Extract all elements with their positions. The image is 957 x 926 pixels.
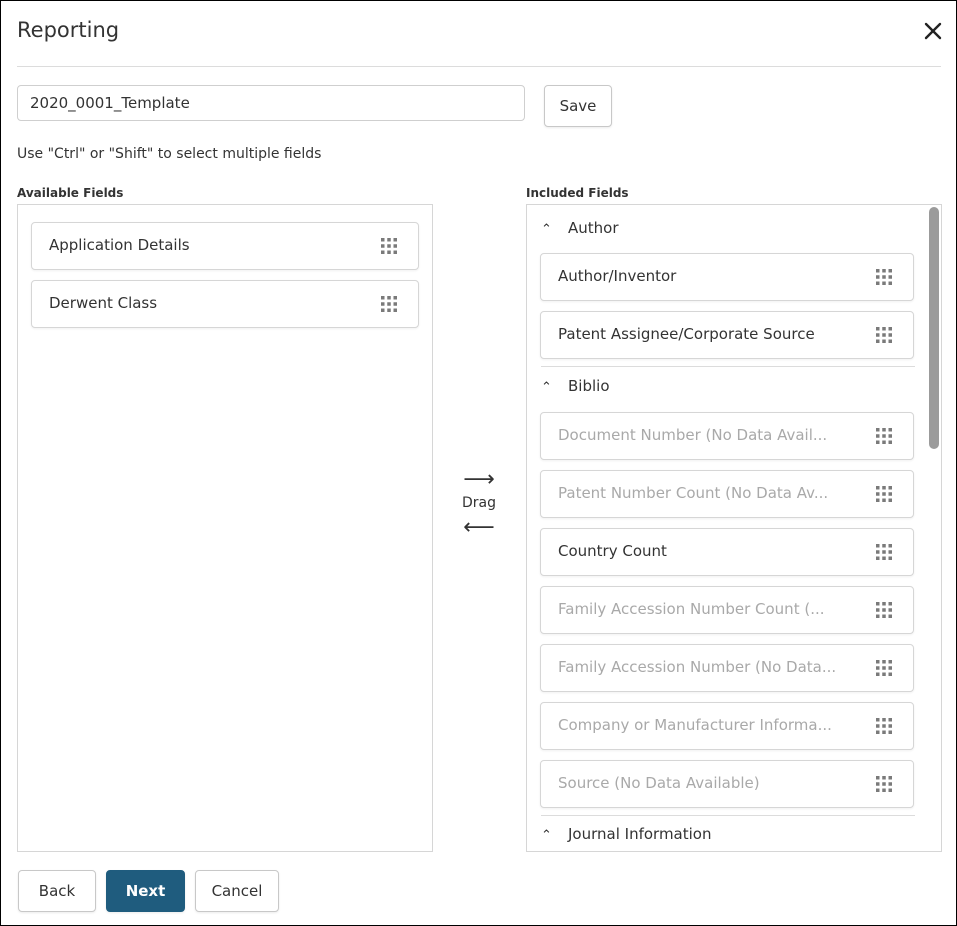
chevron-up-icon: ⌃	[541, 380, 552, 395]
included-field-item[interactable]: Country Count	[540, 528, 914, 576]
included-fields-label: Included Fields	[526, 186, 629, 200]
drag-handle-icon[interactable]	[875, 268, 893, 286]
field-label: Document Number (No Data Avail...	[558, 426, 828, 444]
field-label: Country Count	[558, 542, 667, 560]
group-divider	[541, 366, 915, 367]
header-divider	[17, 66, 941, 67]
drag-handle-icon[interactable]	[875, 485, 893, 503]
group-label: Author	[568, 219, 619, 237]
template-name-input[interactable]	[17, 85, 525, 121]
available-field-item[interactable]: Application Details	[31, 222, 419, 270]
included-field-item[interactable]: Family Accession Number Count (...	[540, 586, 914, 634]
close-icon	[924, 22, 942, 40]
group-label: Biblio	[568, 377, 610, 395]
field-label: Company or Manufacturer Informa...	[558, 716, 832, 734]
included-field-item[interactable]: Document Number (No Data Avail...	[540, 412, 914, 460]
available-fields-label: Available Fields	[17, 186, 124, 200]
dialog-title: Reporting	[17, 18, 120, 42]
save-button[interactable]: Save	[544, 85, 612, 127]
group-header-author[interactable]: ⌃ Author	[541, 219, 619, 239]
field-label: Source (No Data Available)	[558, 774, 760, 792]
included-field-item[interactable]: Company or Manufacturer Informa...	[540, 702, 914, 750]
available-field-item[interactable]: Derwent Class	[31, 280, 419, 328]
arrow-left-icon: ⟵	[463, 515, 495, 540]
arrow-right-icon: ⟶	[463, 467, 495, 492]
available-fields-list[interactable]: Application Details Derwent Class	[17, 204, 433, 852]
field-label: Author/Inventor	[558, 267, 677, 285]
next-button[interactable]: Next	[106, 870, 185, 912]
drag-handle-icon[interactable]	[875, 601, 893, 619]
field-label: Family Accession Number (No Data...	[558, 658, 837, 676]
included-field-item[interactable]: Patent Number Count (No Data Av...	[540, 470, 914, 518]
back-button[interactable]: Back	[18, 870, 96, 912]
drag-handle-icon[interactable]	[875, 326, 893, 344]
close-button[interactable]	[919, 17, 947, 45]
drag-indicator: ⟶ Drag ⟵	[446, 467, 512, 541]
group-label: Journal Information	[568, 825, 712, 843]
field-label: Patent Assignee/Corporate Source	[558, 325, 815, 343]
drag-handle-icon[interactable]	[380, 237, 398, 255]
group-header-biblio[interactable]: ⌃ Biblio	[541, 377, 610, 397]
drag-handle-icon[interactable]	[875, 659, 893, 677]
drag-handle-icon[interactable]	[380, 295, 398, 313]
drag-handle-icon[interactable]	[875, 543, 893, 561]
drag-handle-icon[interactable]	[875, 427, 893, 445]
included-field-item[interactable]: Patent Assignee/Corporate Source	[540, 311, 914, 359]
reporting-dialog: Reporting Save Use "Ctrl" or "Shift" to …	[0, 0, 957, 926]
included-fields-list[interactable]: ⌃ Author Author/Inventor Patent Assignee/…	[526, 204, 942, 852]
included-field-item[interactable]: Author/Inventor	[540, 253, 914, 301]
scrollbar-thumb[interactable]	[929, 207, 939, 449]
included-field-item[interactable]: Family Accession Number (No Data...	[540, 644, 914, 692]
field-label: Patent Number Count (No Data Av...	[558, 484, 829, 502]
drag-handle-icon[interactable]	[875, 775, 893, 793]
chevron-up-icon: ⌃	[541, 222, 552, 237]
multi-select-hint: Use "Ctrl" or "Shift" to select multiple…	[17, 146, 322, 162]
field-label: Family Accession Number Count (...	[558, 600, 825, 618]
group-divider	[541, 815, 915, 816]
field-label: Derwent Class	[49, 294, 158, 312]
chevron-up-icon: ⌃	[541, 828, 552, 843]
group-header-journal-information[interactable]: ⌃ Journal Information	[541, 825, 711, 845]
included-field-item[interactable]: Source (No Data Available)	[540, 760, 914, 808]
drag-label: Drag	[461, 495, 496, 511]
field-label: Application Details	[49, 236, 190, 254]
drag-handle-icon[interactable]	[875, 717, 893, 735]
cancel-button[interactable]: Cancel	[195, 870, 279, 912]
